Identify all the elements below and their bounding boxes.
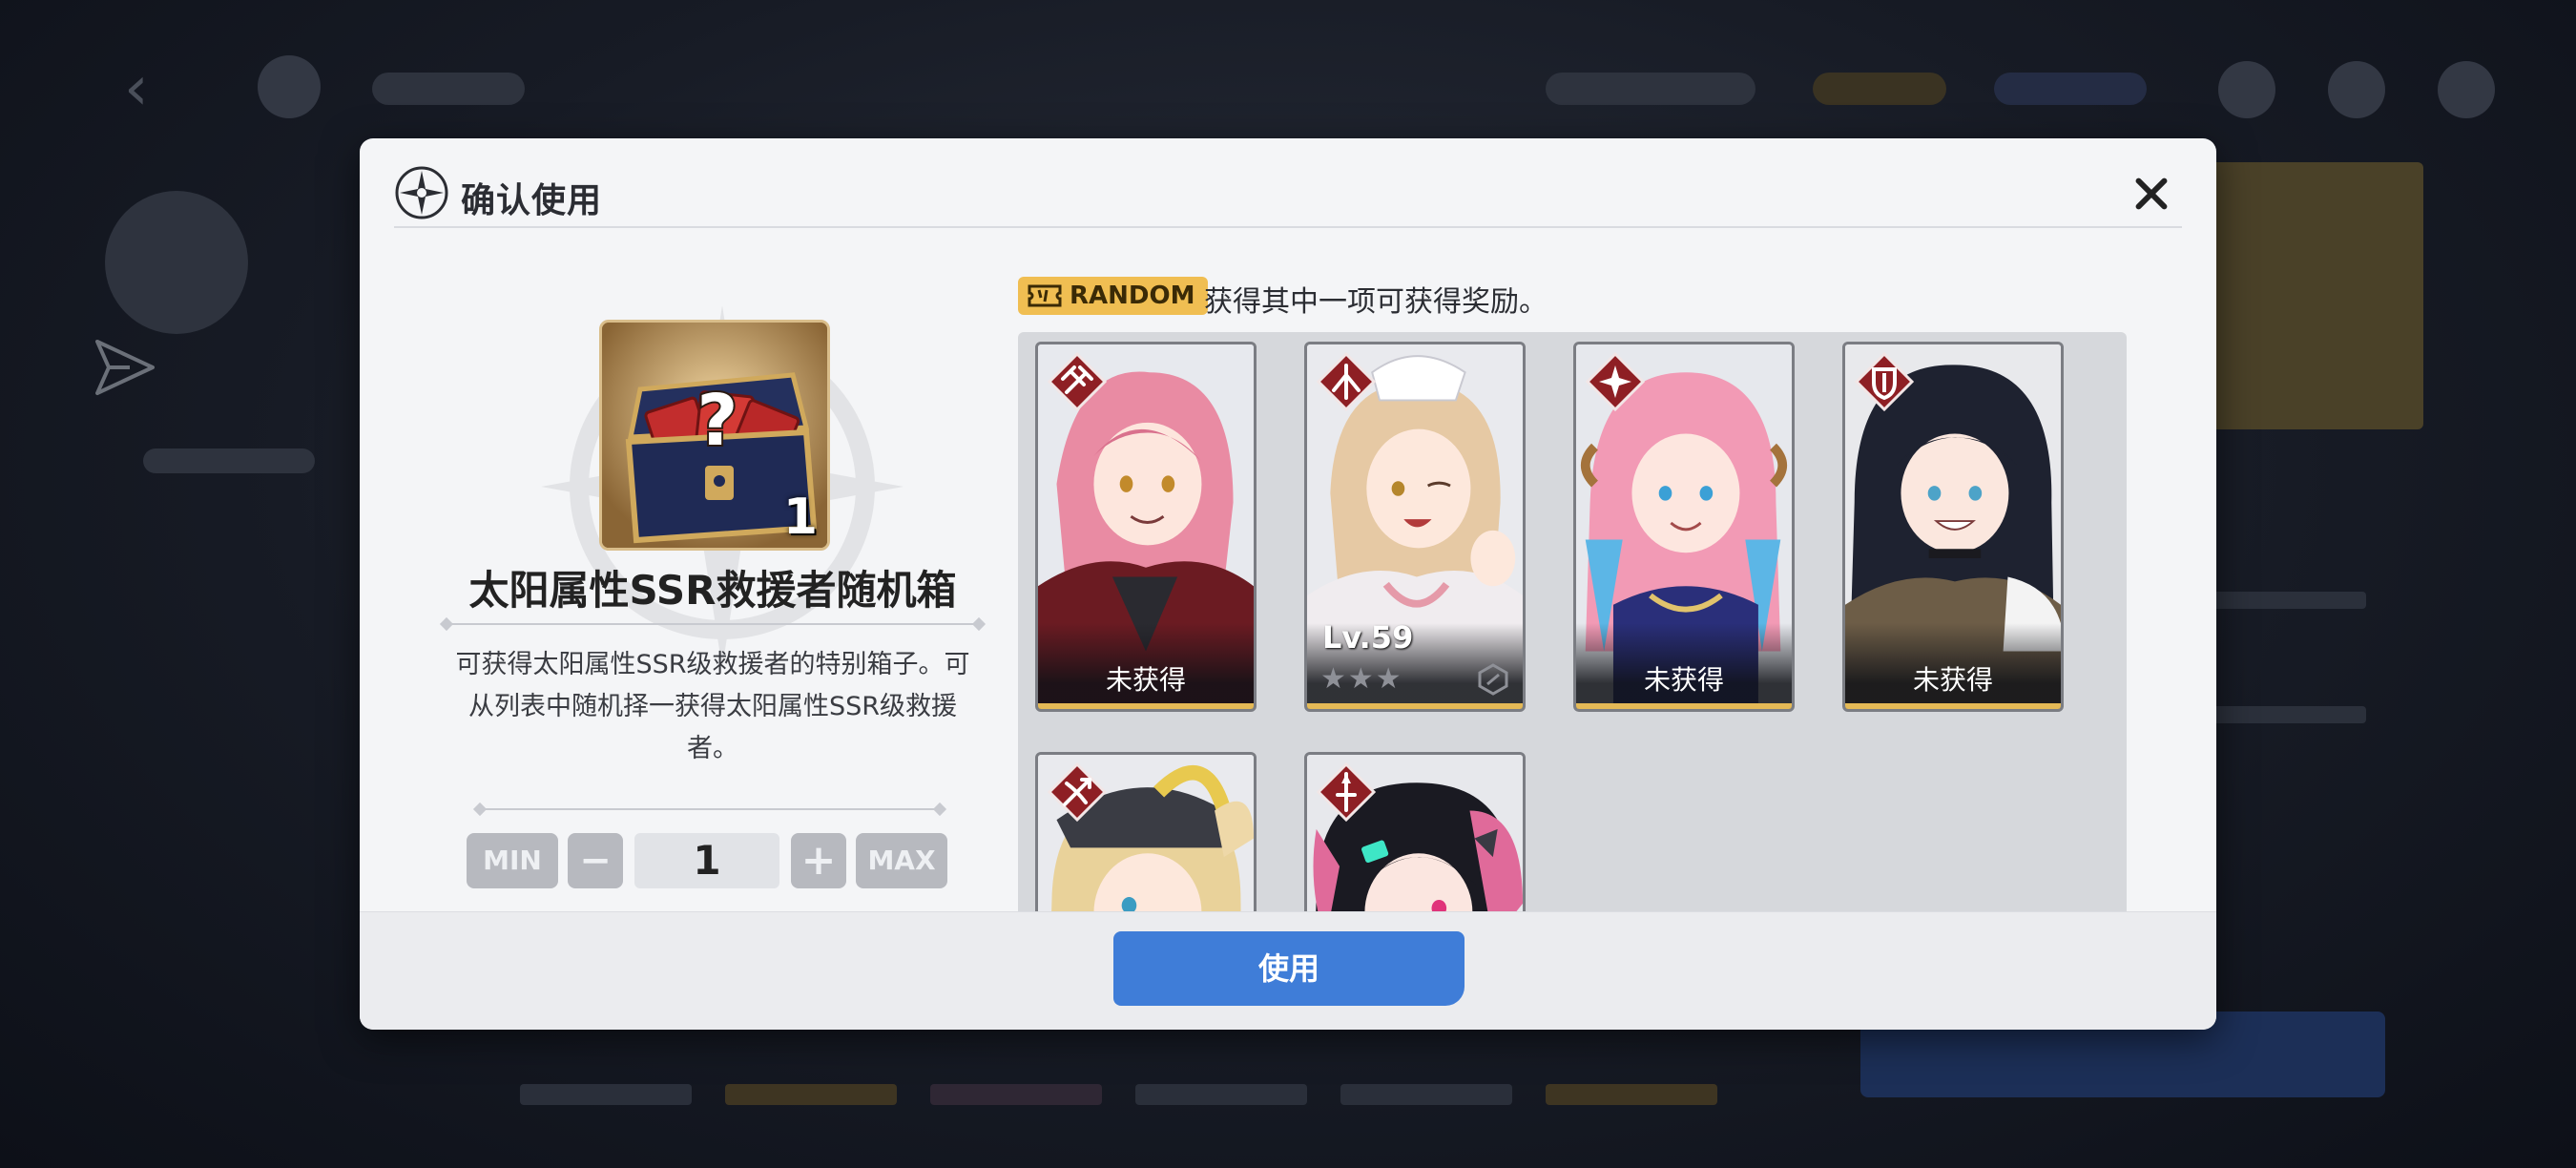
crosshair-class-icon [1317, 352, 1376, 411]
item-chest-image: ? 1 [599, 320, 830, 551]
dialog-title: 确认使用 [461, 181, 603, 220]
background-strip-4 [1135, 1084, 1307, 1105]
close-button[interactable] [2121, 163, 2182, 224]
background-menu-icon-3 [2438, 61, 2495, 118]
bow-class-icon [1048, 762, 1107, 822]
background-strip-2 [725, 1084, 897, 1105]
background-currency-2 [1813, 73, 1946, 105]
card-rarity-bar [1038, 703, 1254, 709]
decrement-button[interactable]: − [568, 833, 623, 888]
card-status: 未获得 [1643, 664, 1724, 696]
random-tag: RANDOM [1018, 277, 1209, 315]
background-title-pill [372, 73, 525, 105]
item-name-divider [446, 623, 980, 625]
background-currency-1 [1546, 73, 1755, 105]
background-menu-icon-2 [2328, 61, 2385, 118]
background-strip-3 [930, 1084, 1102, 1105]
character-card[interactable]: Lv.59 ★★★ [1304, 342, 1526, 712]
item-name: 太阳属性SSR救援者随机箱 [468, 567, 957, 614]
background-strip-1 [520, 1084, 692, 1105]
send-icon [95, 340, 155, 395]
card-stars: ★★★ [1320, 662, 1403, 696]
star-class-icon [1586, 352, 1645, 411]
item-description: 可获得太阳属性SSR级救援者的特别箱子。可从列表中随机择一获得太阳属性SSR级救… [455, 650, 970, 763]
card-level: Lv.59 [1322, 619, 1414, 656]
compass-emblem-icon [395, 166, 448, 219]
background-top-bar: ‹ [0, 0, 2576, 143]
max-button[interactable]: MAX [856, 833, 947, 888]
card-status: 未获得 [1105, 664, 1186, 696]
character-card[interactable]: 未获得 [1842, 342, 2064, 712]
random-tag-label: RANDOM [1070, 282, 1195, 310]
increment-button[interactable]: + [791, 833, 846, 888]
quantity-stepper: MIN − 1 + MAX [467, 833, 953, 890]
dialog-footer: 使用 [360, 911, 2216, 1030]
background-profile-ring [105, 191, 248, 334]
quantity-input[interactable]: 1 [634, 833, 779, 888]
character-card[interactable]: 未获得 [1035, 342, 1257, 712]
background-side-label [143, 448, 315, 473]
sword-class-icon [1317, 762, 1376, 822]
confirm-use-dialog: 确认使用 ? 1 太阳属性SSR救援者随机箱 可获得太阳属性SSR级救援者的特别… [360, 138, 2216, 1030]
card-rarity-bar [1307, 703, 1523, 709]
min-button[interactable]: MIN [467, 833, 558, 888]
hexagon-icon [1478, 663, 1508, 696]
background-avatar [258, 55, 321, 118]
shield-class-icon [1855, 352, 1914, 411]
ticket-icon [1028, 284, 1062, 307]
hammer-class-icon [1048, 352, 1107, 411]
card-rarity-bar [1576, 703, 1792, 709]
card-rarity-bar [1845, 703, 2061, 709]
use-button[interactable]: 使用 [1113, 931, 1465, 1006]
background-currency-3 [1994, 73, 2147, 105]
background-strip-6 [1546, 1084, 1717, 1105]
character-card[interactable]: 未获得 [1573, 342, 1795, 712]
random-description: 获得其中一项可获得奖励。 [1204, 285, 1548, 319]
svg-text:?: ? [697, 380, 738, 462]
item-count: 1 [782, 489, 818, 546]
background-strip-5 [1340, 1084, 1512, 1105]
card-status: 未获得 [1912, 664, 1993, 696]
stepper-divider [479, 808, 941, 810]
dialog-header: 确认使用 [394, 159, 2182, 228]
back-arrow-icon: ‹ [124, 53, 149, 124]
background-menu-icon-1 [2218, 61, 2275, 118]
